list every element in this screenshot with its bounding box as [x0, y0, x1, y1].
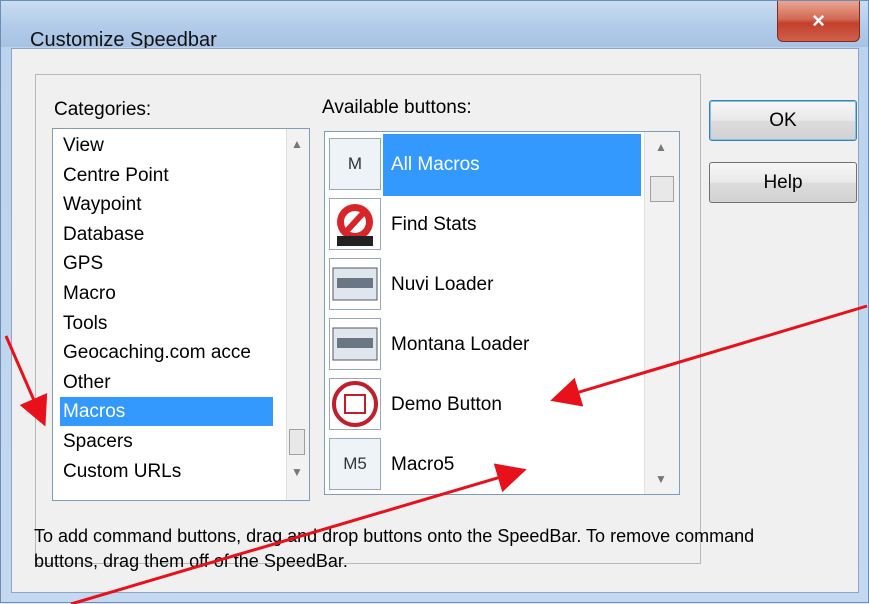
available-button-item[interactable]: M5 Macro5 [327, 434, 645, 494]
title-bar[interactable]: Customize Speedbar × [1, 1, 868, 51]
category-item[interactable]: View [63, 131, 104, 160]
available-button-item[interactable]: Nuvi Loader [327, 254, 645, 314]
categories-scroll-thumb[interactable] [289, 429, 305, 455]
ok-button[interactable]: OK [709, 100, 857, 141]
categories-label: Categories: [54, 99, 152, 120]
category-item[interactable]: Database [63, 220, 144, 249]
available-button-item[interactable]: Find Stats [327, 194, 645, 254]
macro-m5-icon: M5 [329, 438, 381, 490]
scroll-down-icon[interactable]: ▼ [291, 465, 303, 479]
available-buttons-label: Available buttons: [322, 97, 472, 118]
available-button-label: Macro5 [391, 454, 455, 475]
categories-scrollbar[interactable]: ▲ ▼ [286, 129, 309, 500]
available-button-label: Find Stats [391, 214, 477, 235]
available-scroll-thumb[interactable] [650, 176, 674, 202]
scroll-up-icon[interactable]: ▲ [655, 140, 667, 154]
find-stats-icon [329, 198, 381, 250]
category-item[interactable]: Tools [63, 309, 107, 338]
scroll-up-icon[interactable]: ▲ [291, 137, 303, 151]
close-icon: × [812, 8, 825, 33]
category-item[interactable]: Waypoint [63, 190, 142, 219]
category-item[interactable]: Geocaching.com acce [63, 338, 251, 367]
category-item[interactable]: Spacers [63, 427, 133, 456]
macro-m-icon: M [329, 138, 381, 190]
help-button[interactable]: Help [709, 162, 857, 203]
category-item[interactable]: Custom URLs [63, 457, 181, 486]
footer-instructions: To add command buttons, drag and drop bu… [34, 526, 755, 571]
available-button-label: Nuvi Loader [391, 274, 494, 295]
category-item[interactable]: Macros [60, 397, 273, 427]
category-item[interactable]: Centre Point [63, 161, 169, 190]
available-button-label: Montana Loader [391, 334, 530, 355]
available-scrollbar[interactable]: ▲ ▼ [644, 132, 679, 494]
montana-loader-icon [329, 318, 381, 370]
close-button[interactable]: × [777, 1, 860, 42]
categories-listbox[interactable]: View Centre Point Waypoint Database GPS Macro… [52, 128, 310, 501]
available-button-label: All Macros [383, 134, 641, 196]
nuvi-loader-icon [329, 258, 381, 310]
available-buttons-listbox[interactable]: M All Macros Find Stats Nuvi Loader Montana … [324, 131, 680, 495]
customize-speedbar-window: Customize Speedbar × Categories: Availab… [0, 0, 869, 604]
available-button-label: Demo Button [391, 394, 502, 415]
dialog-client-area: Categories: Available buttons: View Centr… [11, 48, 859, 593]
available-button-item[interactable]: M All Macros [327, 134, 645, 196]
available-button-item[interactable]: Demo Button [327, 374, 645, 434]
available-button-item[interactable]: Montana Loader [327, 314, 645, 374]
category-item[interactable]: Macro [63, 279, 116, 308]
loc-icon [329, 378, 381, 430]
scroll-down-icon[interactable]: ▼ [655, 472, 667, 486]
category-item[interactable]: GPS [63, 249, 103, 278]
category-item[interactable]: Other [63, 368, 111, 397]
